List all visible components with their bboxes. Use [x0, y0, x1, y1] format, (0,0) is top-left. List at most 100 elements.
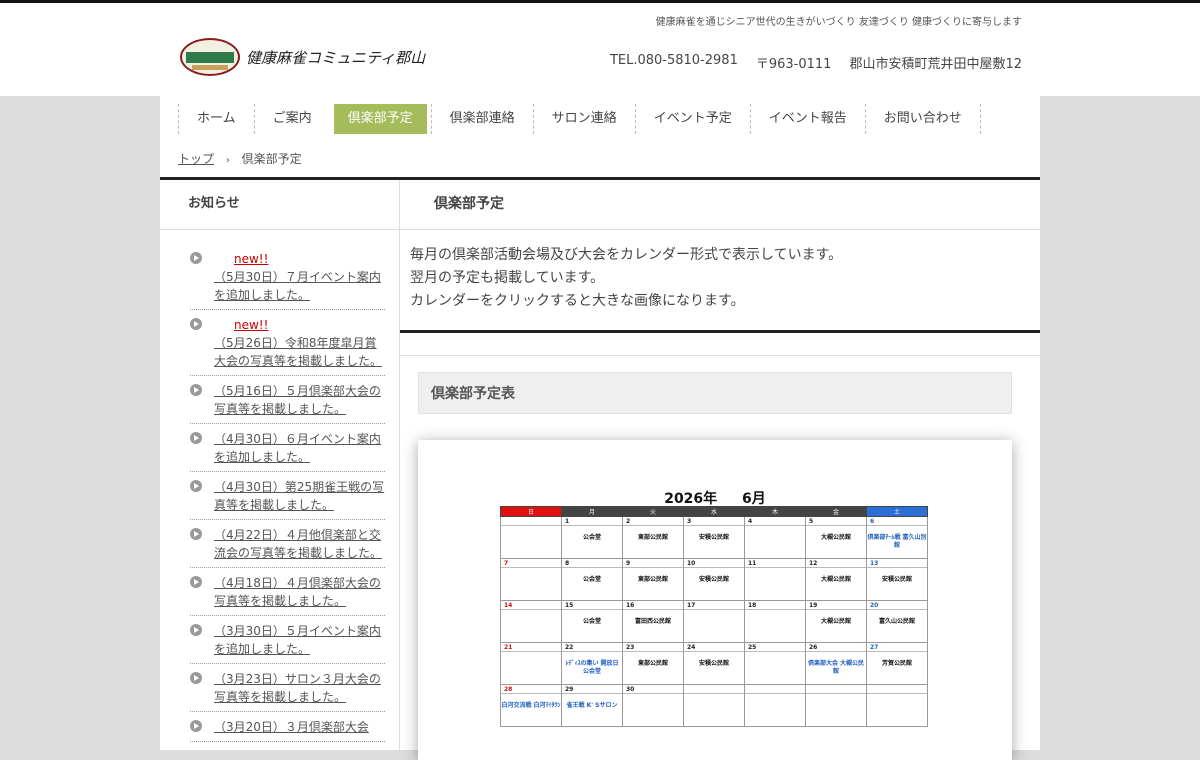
news-link[interactable]: （4月30日）第25期雀王戦の写真等を掲載しました。	[214, 480, 384, 512]
breadcrumb: トップ › 倶楽部予定	[160, 142, 1040, 177]
day-event	[501, 526, 561, 534]
weekday-header: 土	[866, 506, 928, 517]
day-number: 29	[562, 685, 622, 694]
contact-info: TEL.080-5810-2981 〒963-0111 郡山市安積町荒井田中屋敷…	[610, 53, 1022, 72]
day-event	[501, 568, 561, 576]
day-number: 5	[806, 517, 866, 526]
day-event: 公会堂	[582, 618, 601, 625]
calendar-day: 14	[500, 600, 562, 643]
address: 郡山市安積町荒井田中屋敷12	[849, 57, 1022, 72]
day-number	[684, 685, 744, 694]
news-item[interactable]: （4月18日）４月倶楽部大会の写真等を掲載しました。	[190, 568, 385, 616]
sidebar: お知らせ new!! （5月30日）７月イベント案内を追加しました。 new!! （5…	[160, 180, 400, 760]
news-list: new!! （5月30日）７月イベント案内を追加しました。 new!! （5月26日）…	[160, 230, 399, 742]
news-link[interactable]: （5月26日）令和8年度皐月賞大会の写真等を掲載しました。	[214, 336, 382, 368]
news-item[interactable]: （3月30日）５月イベント案内を追加しました。	[190, 616, 385, 664]
calendar-day: 15 公会堂	[561, 600, 623, 643]
day-event	[501, 610, 561, 618]
calendar-image[interactable]: 2026年 6月 日月火水木金土 1 公会堂 2 東部公民館 3 安積公民館 4 5 大槻公民館 6…	[418, 440, 1012, 760]
day-number: 15	[562, 601, 622, 610]
calendar-day: 30	[622, 684, 684, 727]
news-text: （4月30日）第25期雀王戦の写真等を掲載しました。	[214, 478, 385, 514]
phone-number: TEL.080-5810-2981	[609, 53, 738, 68]
day-number: 24	[684, 643, 744, 652]
day-number: 3	[684, 517, 744, 526]
nav-item[interactable]: イベント報告	[749, 104, 865, 134]
calendar-day: 22 ﾚﾃﾞｨｽの集い 開放日 公会堂	[561, 642, 623, 685]
news-text: （4月22日）４月他倶楽部と交流会の写真等を掲載しました。	[214, 526, 385, 562]
news-item[interactable]: （5月16日）５月倶楽部大会の写真等を掲載しました。	[190, 376, 385, 424]
calendar-day	[866, 684, 928, 727]
news-item[interactable]: （4月30日）６月イベント案内を追加しました。	[190, 424, 385, 472]
news-link[interactable]: （4月30日）６月イベント案内を追加しました。	[214, 432, 381, 464]
play-circle-icon	[190, 480, 202, 492]
nav-item[interactable]: イベント予定	[634, 104, 750, 134]
day-number: 1	[562, 517, 622, 526]
sidebar-title: お知らせ	[160, 180, 399, 230]
nav-item[interactable]: お問い合わせ	[864, 104, 981, 134]
calendar-day: 20 富久山公民館	[866, 600, 928, 643]
new-badge: new!!	[234, 318, 269, 332]
day-event: 安積公民館	[698, 534, 729, 541]
news-item[interactable]: （3月20日）３月倶楽部大会	[190, 712, 385, 742]
global-nav: ホーム ご案内 倶楽部予定 倶楽部連絡 サロン連絡 イベント予定 イベント報告 お問い合わせ	[160, 96, 1040, 142]
day-number: 2	[623, 517, 683, 526]
weekday-header: 金	[805, 506, 867, 517]
news-text: （4月18日）４月倶楽部大会の写真等を掲載しました。	[214, 574, 385, 610]
day-event: 大槻公民館	[820, 534, 851, 541]
nav-item[interactable]: ホーム	[178, 104, 254, 134]
intro-line: カレンダーをクリックすると大きな画像になります。	[410, 293, 745, 309]
day-event	[684, 694, 744, 702]
calendar-day: 10 安積公民館	[683, 558, 745, 601]
day-event: 富田西公民館	[634, 618, 671, 625]
news-item[interactable]: （4月22日）４月他倶楽部と交流会の写真等を掲載しました。	[190, 520, 385, 568]
day-event	[501, 652, 561, 660]
day-number: 20	[867, 601, 927, 610]
news-link[interactable]: （4月22日）４月他倶楽部と交流会の写真等を掲載しました。	[214, 528, 382, 560]
weekday-header: 木	[744, 506, 806, 517]
day-event	[684, 610, 744, 618]
day-number: 22	[562, 643, 622, 652]
day-event	[745, 694, 805, 702]
calendar-day: 6 倶楽部ﾁｰﾑ戦 富久山別館	[866, 516, 928, 559]
nav-item[interactable]: 倶楽部連絡	[430, 104, 533, 134]
news-item[interactable]: new!! （5月30日）７月イベント案内を追加しました。	[190, 244, 385, 310]
site-logo[interactable]: 健康麻雀コミュニティ郡山	[180, 38, 425, 76]
day-event	[745, 526, 805, 534]
weekday-header: 月	[561, 506, 623, 517]
news-text: （4月30日）６月イベント案内を追加しました。	[214, 430, 385, 466]
day-event	[745, 610, 805, 618]
nav-item[interactable]: 倶楽部予定	[333, 104, 427, 134]
news-link[interactable]: （5月30日）７月イベント案内を追加しました。	[214, 270, 381, 302]
page-title: 倶楽部予定	[400, 180, 1040, 230]
day-event	[867, 694, 927, 702]
day-number: 12	[806, 559, 866, 568]
news-link[interactable]: （5月16日）５月倶楽部大会の写真等を掲載しました。	[214, 384, 381, 416]
news-item[interactable]: （4月30日）第25期雀王戦の写真等を掲載しました。	[190, 472, 385, 520]
nav-item[interactable]: ご案内	[253, 104, 330, 134]
news-link[interactable]: （3月20日）３月倶楽部大会	[214, 720, 369, 734]
news-link[interactable]: （3月30日）５月イベント案内を追加しました。	[214, 624, 381, 656]
news-text: （5月16日）５月倶楽部大会の写真等を掲載しました。	[214, 382, 385, 418]
day-event: 安積公民館	[698, 576, 729, 583]
day-event: 芳賀公民館	[881, 660, 912, 667]
play-circle-icon	[190, 432, 202, 444]
play-circle-icon	[190, 576, 202, 588]
calendar-title: 2026年 6月	[418, 488, 1012, 508]
intro-line: 翌月の予定も掲載しています。	[410, 270, 605, 286]
news-link[interactable]: （4月18日）４月倶楽部大会の写真等を掲載しました。	[214, 576, 381, 608]
calendar-day: 24 安積公民館	[683, 642, 745, 685]
day-event: 公会堂	[582, 576, 601, 583]
news-item[interactable]: （3月23日）サロン３月大会の写真等を掲載しました。	[190, 664, 385, 712]
news-link[interactable]: （3月23日）サロン３月大会の写真等を掲載しました。	[214, 672, 381, 704]
day-event: 東部公民館	[637, 660, 668, 667]
news-item[interactable]: new!! （5月26日）令和8年度皐月賞大会の写真等を掲載しました。	[190, 310, 385, 376]
intro-line: 毎月の倶楽部活動会場及び大会をカレンダー形式で表示しています。	[410, 247, 843, 263]
calendar-day: 8 公会堂	[561, 558, 623, 601]
day-event: 倶楽部ﾁｰﾑ戦 富久山別館	[867, 534, 927, 549]
play-circle-icon	[190, 318, 202, 330]
site-header: 健康麻雀を通じシニア世代の生きがいづくり 友達づくり 健康づくりに寄与します 健…	[0, 3, 1200, 96]
nav-item[interactable]: サロン連絡	[532, 104, 635, 134]
day-number: 25	[745, 643, 805, 652]
breadcrumb-home-link[interactable]: トップ	[178, 152, 214, 166]
